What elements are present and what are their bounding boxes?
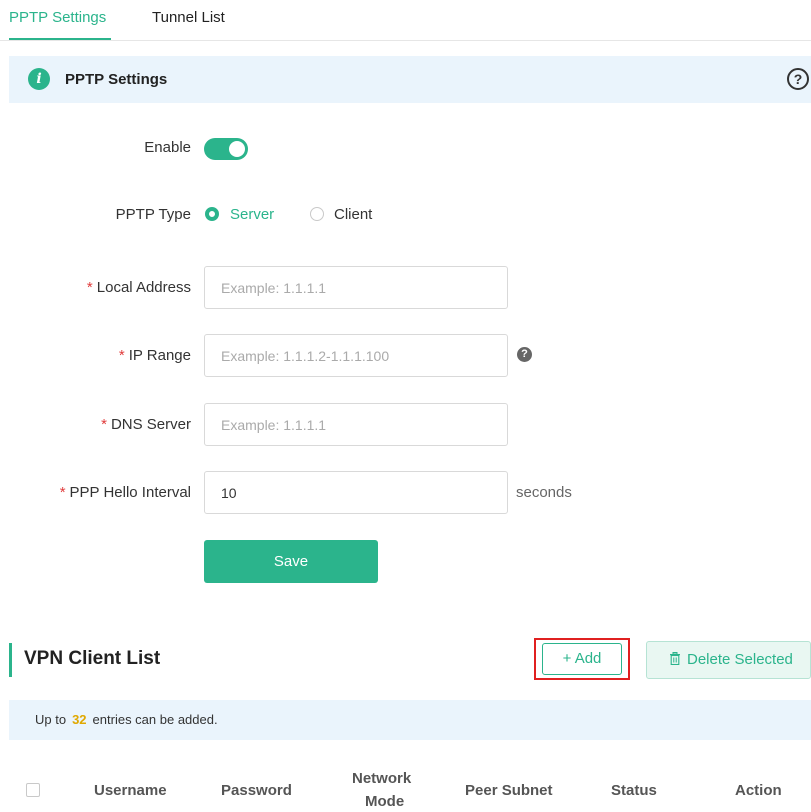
column-status: Status (611, 782, 657, 799)
help-icon[interactable]: ? (787, 68, 809, 90)
ip-range-label: * IP Range (119, 347, 191, 364)
save-button[interactable]: Save (204, 540, 378, 583)
tab-tunnel-list[interactable]: Tunnel List (152, 9, 225, 26)
section-banner: i PPTP Settings ? (9, 56, 811, 103)
dns-server-text: DNS Server (110, 416, 191, 433)
radio-client[interactable] (310, 207, 324, 221)
column-action: Action (735, 782, 782, 799)
column-peer-subnet: Peer Subnet (465, 782, 553, 799)
list-title-accent (9, 643, 12, 677)
active-tab-indicator (9, 38, 111, 40)
enable-label: Enable (144, 139, 191, 156)
tab-pptp-settings[interactable]: PPTP Settings (9, 9, 106, 26)
dns-server-input[interactable] (204, 403, 508, 446)
delete-selected-label: Delete Selected (687, 651, 793, 668)
radio-server-label[interactable]: Server (230, 206, 274, 223)
toggle-knob (229, 141, 245, 157)
section-title: PPTP Settings (65, 71, 168, 88)
hello-interval-input[interactable] (204, 471, 508, 514)
hello-interval-unit: seconds (516, 484, 572, 501)
radio-client-label[interactable]: Client (334, 206, 372, 223)
radio-server[interactable] (205, 207, 219, 221)
entry-limit-notice: Up to 32 entries can be added. (9, 700, 811, 740)
column-password: Password (221, 782, 292, 799)
local-address-label: * Local Address (87, 279, 191, 296)
notice-prefix: Up to (35, 712, 67, 727)
delete-selected-button[interactable]: Delete Selected (646, 641, 811, 679)
required-mark: * (86, 279, 93, 296)
pptp-type-label: PPTP Type (115, 206, 191, 223)
trash-icon (670, 652, 680, 666)
required-mark: * (118, 347, 125, 364)
info-icon: i (28, 68, 50, 90)
enable-toggle[interactable] (204, 138, 248, 160)
required-mark: * (59, 484, 66, 501)
ip-range-text: IP Range (128, 347, 191, 364)
required-mark: * (101, 416, 107, 433)
add-button[interactable]: + Add (542, 643, 622, 675)
select-all-checkbox[interactable] (26, 783, 40, 797)
notice-suffix: entries can be added. (92, 712, 218, 727)
column-network-mode-line2: Mode (365, 793, 405, 810)
hello-interval-label: * PPP Hello Interval (60, 484, 191, 501)
ip-range-help-icon[interactable]: ? (517, 347, 532, 362)
add-button-highlight: + Add (534, 638, 630, 680)
hello-interval-text: PPP Hello Interval (69, 484, 191, 501)
vpn-client-list-title: VPN Client List (24, 648, 161, 669)
notice-count: 32 (72, 712, 87, 727)
dns-server-label: * DNS Server (101, 416, 191, 433)
column-network-mode-line1: Network (352, 770, 412, 787)
column-username: Username (94, 782, 167, 799)
local-address-input[interactable] (204, 266, 508, 309)
ip-range-input[interactable] (204, 334, 508, 377)
local-address-text: Local Address (96, 279, 191, 296)
tab-bar: PPTP Settings Tunnel List (0, 0, 811, 41)
